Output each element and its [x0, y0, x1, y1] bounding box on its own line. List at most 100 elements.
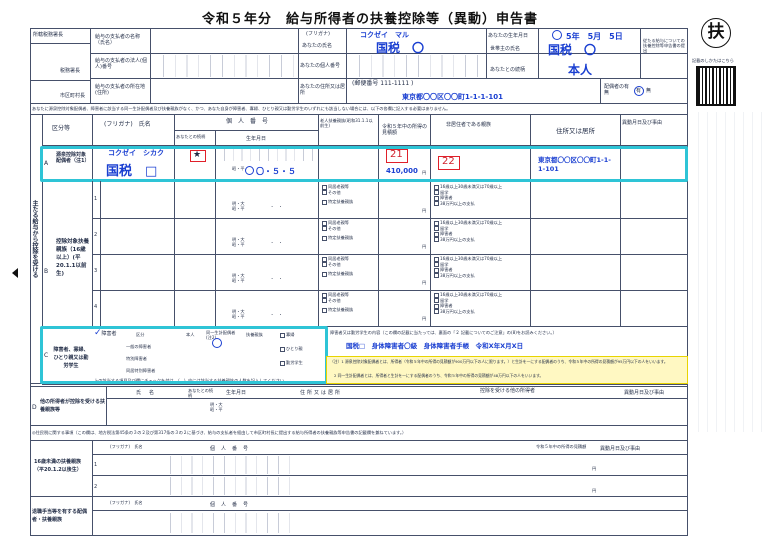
under16-label: 16歳未満の扶養親族（平20.1.2以後生） [34, 459, 82, 473]
col-change: 異動月日及び事由 [622, 120, 663, 126]
d-birth: 生年月日 [226, 390, 247, 396]
qr-code[interactable] [696, 66, 736, 106]
row-b-3: 3 [94, 268, 98, 274]
address-value[interactable]: 東京都〇〇区〇〇町1-1-1-101 [402, 92, 503, 102]
right-note: 従たる給与についての扶養控除等申告書の提出 [643, 38, 685, 53]
relation-value[interactable]: 本人 [568, 61, 592, 78]
spouse-row-highlight [40, 146, 688, 182]
d-label: 他の所得者が控除を受ける扶養親族等 [40, 399, 106, 413]
c-detail-value[interactable]: 国税□ 身体障害者〇級 身体障害者手帳 令和X年X月X日 [346, 340, 523, 350]
row-b-3-opts[interactable]: 同居老親等 その他 特定扶養親族 [322, 256, 378, 277]
row-b-2-opts[interactable]: 同居老親等 その他 特定扶養親族 [322, 220, 378, 241]
col-income: 令和５年中の所得の見積額 [382, 124, 428, 136]
row-b-1-nonres[interactable]: 16歳以上30歳未満又は70歳以上 留学 障害者 38万円以上の支払 [434, 184, 528, 206]
row-b-4-date: ・ ・ [270, 312, 283, 317]
d-relation: あなたとの続柄 [188, 388, 214, 398]
single-label: 退職手当等を有する配偶者・扶養親族 [32, 509, 88, 523]
payer-address-field[interactable] [152, 80, 296, 102]
my-number-field[interactable] [348, 55, 486, 77]
my-number-label: あなたの個人番号 [300, 63, 341, 69]
row-b-2-era: 明・大 昭・平 [232, 237, 245, 247]
instruction: あなたに源泉控除対象配偶者、障害者に該当する同一生計配偶者及び扶養親族がなく、か… [32, 106, 451, 111]
householder-value[interactable]: 国税 〇 [548, 41, 596, 58]
row-b-3-date: ・ ・ [270, 276, 283, 281]
row-b-4-yen: 円 [422, 316, 427, 321]
d-mark: D [32, 404, 37, 411]
resident-mynumber-2: 個人番号 [210, 502, 255, 508]
col-birth: 生年月日 [246, 136, 267, 142]
row-b-1: 1 [94, 196, 98, 202]
resident-mynumber-field-1[interactable] [160, 456, 290, 474]
row-b-1-opts[interactable]: 同居老親等 その他 特定扶養親族 [322, 184, 378, 205]
d-address: 住所又は居所 [300, 390, 343, 396]
payer-number-label: 給与の支払者の法人(個人)番号 [95, 58, 147, 70]
row-b-1-era: 明・大 昭・平 [232, 201, 245, 211]
spouse-circle [634, 86, 644, 96]
row-b-2-nonres[interactable]: 16歳以上30歳未満又は70歳以上 留学 障害者 38万円以上の支払 [434, 220, 528, 242]
col-furigana: (フリガナ) 氏名 [104, 121, 151, 128]
col-relation: あなたとの続柄 [176, 134, 206, 139]
row-b-2-date: ・ ・ [270, 240, 283, 245]
resident-furigana-2: (フリガナ) 氏名 [110, 500, 143, 505]
resident-yen-2: 円 [592, 488, 597, 493]
postal-code[interactable]: (郵便番号 111-1111 ) [352, 81, 413, 87]
c-footnote-2: 2 同一生計配偶者とは、所得者と生計を一にする配偶者のうち、令和５年中の所得の見… [334, 373, 544, 378]
row-b-3-yen: 円 [422, 280, 427, 285]
row-b-4: 4 [94, 304, 98, 310]
d-taker-header: 控除を受ける他の所得者 [480, 388, 536, 394]
c-footnote-1: （注）1 源泉控除対象配偶者とは、所得者（令和５年中の所得の見積額が900万円以… [330, 359, 668, 364]
col-kubun: 区分等 [52, 125, 71, 132]
col-address: 住所又は居所 [556, 127, 595, 135]
furigana-label: (フリガナ) [306, 31, 330, 37]
householder-label: 世帯主の氏名 [490, 46, 521, 52]
row-b-3-era: 明・大 昭・平 [232, 273, 245, 283]
left-arrow-icon[interactable] [12, 268, 18, 278]
row-b-4-opts[interactable]: 同居老親等 その他 特定扶養親族 [322, 292, 378, 313]
relation-label: あなたとの続柄 [490, 67, 525, 73]
side-note: 記載のしかたはこちら [692, 58, 734, 63]
row-b-1-yen: 円 [422, 208, 427, 213]
side-notes-strip [692, 112, 764, 432]
resident-mynumber-field-2[interactable] [160, 477, 290, 495]
col-nonres: 非居住者である親族 [446, 122, 491, 128]
tax-office-label: 税務署長 [60, 68, 81, 74]
other-section [30, 386, 688, 426]
row-b-mark: B [44, 268, 49, 275]
payer-name-field[interactable] [152, 30, 296, 52]
address-label: あなたの住所又は居所 [300, 84, 346, 96]
form-title: 令和５年分 給与所得者の扶養控除等（異動）申告書 [201, 12, 538, 27]
row-b-2: 2 [94, 232, 98, 238]
row-b-3-nonres[interactable]: 16歳以上30歳未満又は70歳以上 留学 障害者 38万円以上の支払 [434, 256, 528, 278]
row-b-4-era: 明・大 昭・平 [232, 309, 245, 319]
resident-mynumber: 個人番号 [210, 446, 255, 452]
city-label: 市区町村長 [60, 93, 86, 99]
birth-era-circle [552, 30, 562, 40]
d-change: 異動月日及び事由 [624, 390, 665, 396]
resident-change: 異動月日及び事由 [600, 446, 641, 452]
col-mynumber: 個人番号 [226, 118, 275, 125]
resident-header: ◎住民税に関する事項（この欄は、地方税法第45条の３の２及び第317条の３の２に… [32, 430, 407, 435]
payer-address-label: 給与の支払者の所在地(住所) [95, 84, 146, 96]
form-badge: 扶 [701, 18, 731, 48]
d-era: 明・大 昭・平 [210, 402, 223, 412]
c-detail-header: 障害者又は勤労学生の内容（この欄の記載に当たっては、裏面の「２ 記載についてのご… [330, 330, 557, 335]
payer-number-field[interactable] [152, 55, 296, 77]
birth-label: あなたの生年月日 [488, 33, 529, 39]
office-label: 所轄税務署長 [33, 32, 64, 38]
resident-furigana: (フリガナ) 氏名 [110, 444, 143, 449]
c-highlight [40, 326, 328, 384]
col-nonresident: 老人扶養親族(昭和31.1.1以前生) [320, 118, 373, 128]
d-name: 氏名 [136, 390, 163, 396]
row-b-2-yen: 円 [422, 244, 427, 249]
resident-income: 令和５年中の所得の見積額 [536, 444, 587, 449]
row-b-4-nonres[interactable]: 16歳以上30歳未満又は70歳以上 留学 障害者 38万円以上の支払 [434, 292, 528, 314]
row-b-label: 控除対象扶養親族（16歳以上）(平20.1.1以前生) [56, 239, 90, 277]
name-value[interactable]: 国税 〇 [376, 39, 424, 56]
payer-name-label: 給与の支払者の名称（氏名） [95, 34, 141, 46]
resident-row-1: 1 [94, 462, 98, 468]
section-label: 主たる給与から控除を受ける [31, 200, 38, 278]
row-b-1-date: ・ ・ [270, 204, 283, 209]
resident-mynumber-field-3[interactable] [160, 513, 290, 533]
name-label: あなたの氏名 [302, 43, 333, 49]
resident-row-2: 2 [94, 484, 98, 490]
